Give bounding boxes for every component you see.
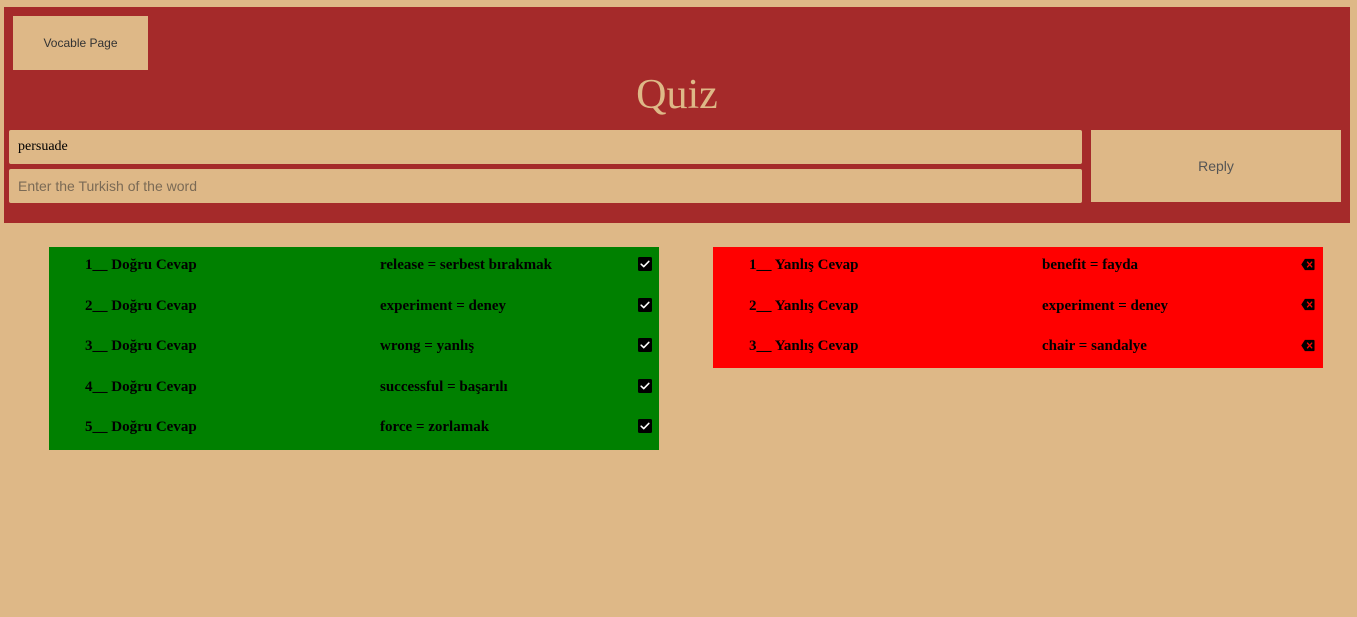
correct-answers-panel: 1__ Doğru Cevap release = serbest bırakm… — [49, 247, 659, 450]
correct-answer-row: 1__ Doğru Cevap release = serbest bırakm… — [49, 247, 659, 288]
check-square-icon — [638, 378, 652, 393]
wrong-answer-row: 2__ Yanlış Cevap experiment = deney — [713, 288, 1323, 329]
check-square-icon — [638, 257, 652, 271]
correct-answer-row: 3__ Doğru Cevap wrong = yanlış — [49, 328, 659, 369]
wrong-answer-label: 1__ Yanlış Cevap — [749, 257, 859, 273]
quiz-header: Vocable Page Quiz persuade Reply — [4, 7, 1350, 223]
correct-answer-row: 5__ Doğru Cevap force = zorlamak — [49, 409, 659, 450]
answer-input[interactable] — [9, 169, 1082, 203]
correct-answer-label: 2__ Doğru Cevap — [85, 297, 197, 314]
correct-answer-pair: experiment = deney — [380, 297, 507, 314]
wrong-answer-label: 2__ Yanlış Cevap — [749, 297, 859, 314]
wrong-answers-panel: 1__ Yanlış Cevap benefit = fayda 2__ Yan… — [713, 247, 1323, 368]
check-square-icon — [638, 419, 652, 434]
page-title: Quiz — [636, 72, 718, 118]
vocable-page-button[interactable]: Vocable Page — [13, 16, 148, 70]
correct-answer-pair: release = serbest bırakmak — [380, 257, 552, 273]
check-square-icon — [638, 297, 652, 312]
wrong-answer-pair: chair = sandalye — [1042, 338, 1147, 355]
wrong-answer-row: 1__ Yanlış Cevap benefit = fayda — [713, 247, 1323, 288]
correct-answer-pair: force = zorlamak — [380, 419, 490, 436]
backspace-x-icon — [1301, 298, 1315, 312]
correct-answer-pair: wrong = yanlış — [380, 338, 475, 355]
correct-answer-row: 2__ Doğru Cevap experiment = deney — [49, 288, 659, 329]
wrong-answer-pair: experiment = deney — [1042, 297, 1169, 314]
backspace-x-icon — [1301, 338, 1315, 352]
wrong-answer-row: 3__ Yanlış Cevap chair = sandalye — [713, 328, 1323, 369]
correct-answer-pair: successful = başarılı — [380, 378, 508, 395]
correct-answer-label: 1__ Doğru Cevap — [85, 257, 197, 273]
correct-answer-label: 4__ Doğru Cevap — [85, 378, 197, 395]
wrong-answer-pair: benefit = fayda — [1042, 257, 1139, 273]
backspace-x-icon — [1301, 257, 1315, 271]
current-word-field: persuade — [9, 130, 1082, 164]
reply-button[interactable]: Reply — [1091, 130, 1341, 202]
wrong-answer-label: 3__ Yanlış Cevap — [749, 338, 859, 355]
correct-answer-label: 3__ Doğru Cevap — [85, 338, 197, 355]
check-square-icon — [638, 338, 652, 353]
correct-answer-row: 4__ Doğru Cevap successful = başarılı — [49, 369, 659, 410]
correct-answer-label: 5__ Doğru Cevap — [85, 419, 197, 436]
